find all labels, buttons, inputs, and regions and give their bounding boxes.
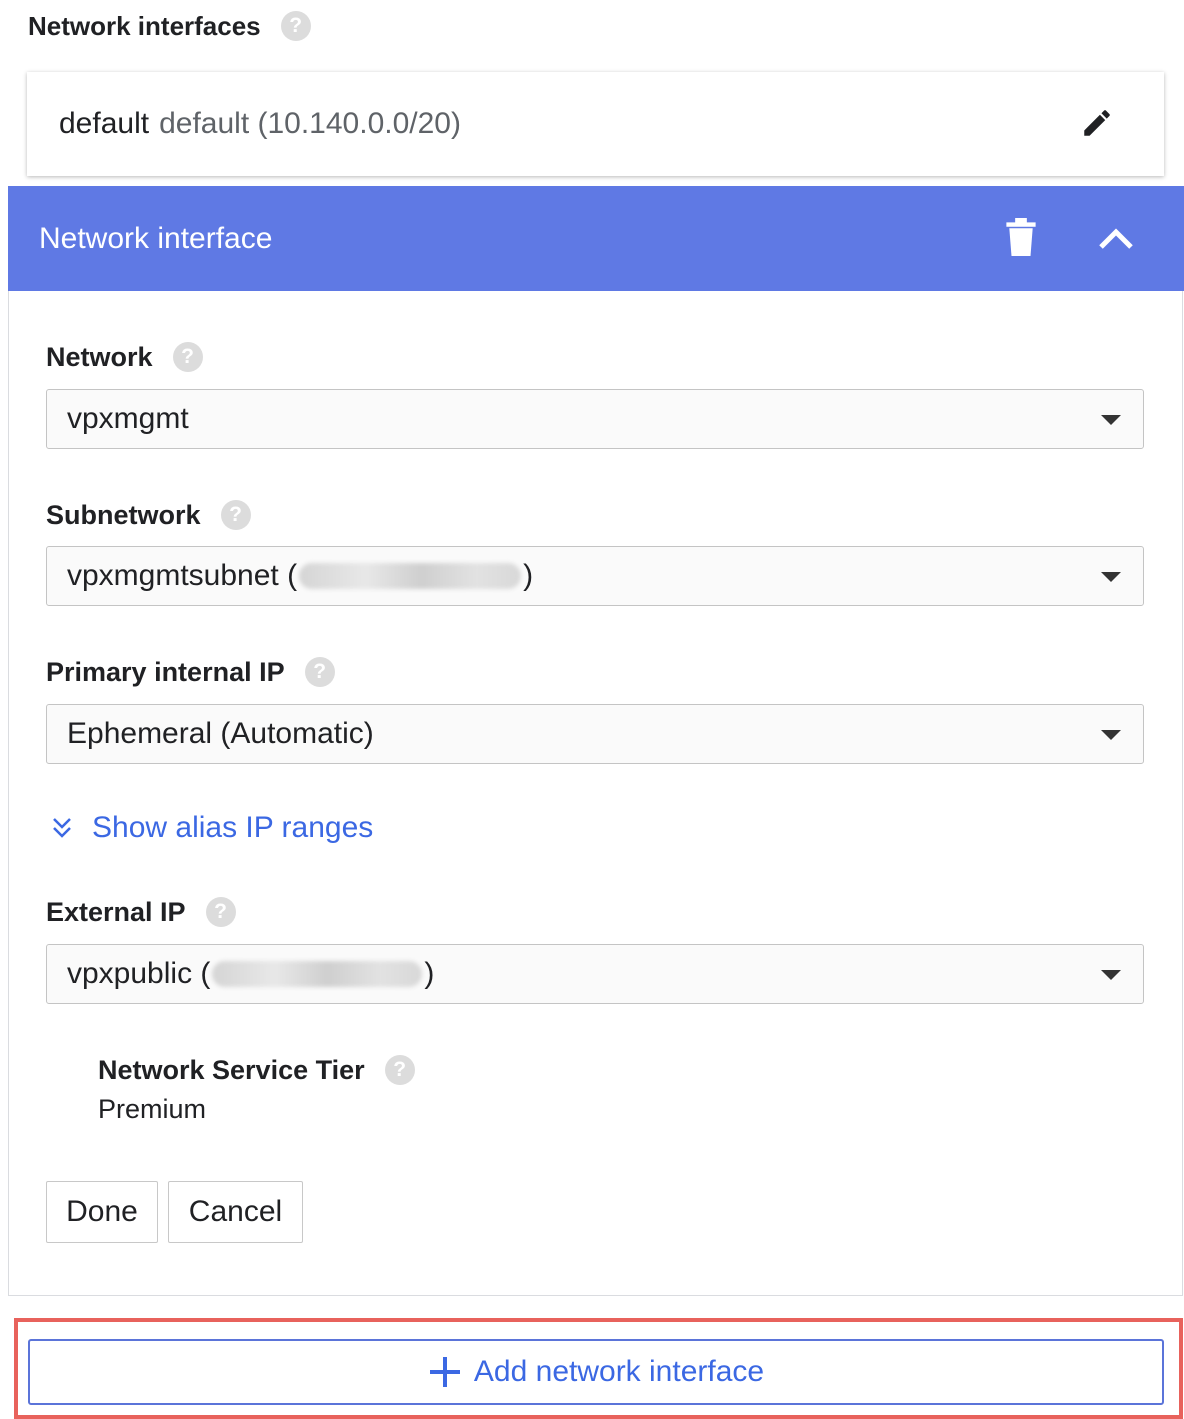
external-ip-label-text: External IP: [46, 896, 186, 927]
section-title: Network interfaces ?: [28, 6, 311, 46]
dropdown-caret-icon: [1101, 572, 1121, 582]
add-network-interface-label: Add network interface: [473, 1355, 765, 1388]
delete-icon[interactable]: [1006, 218, 1036, 256]
network-label: Network ?: [46, 337, 203, 377]
network-interface-summary-card[interactable]: default default (10.140.0.0/20): [27, 72, 1164, 176]
redacted-external-ip: [212, 961, 423, 987]
section-title-text: Network interfaces: [28, 10, 261, 41]
external-ip-select-value-prefix: vpxpublic (: [67, 957, 211, 990]
subnetwork-select-value-prefix: vpxmgmtsubnet (: [67, 559, 298, 592]
double-chevron-down-icon: [53, 818, 71, 838]
help-icon[interactable]: ?: [280, 11, 311, 41]
help-icon[interactable]: ?: [304, 657, 335, 687]
subnetwork-select-value-suffix: ): [523, 559, 534, 592]
network-label-text: Network: [46, 341, 153, 372]
dropdown-caret-icon: [1101, 730, 1121, 740]
chevron-up-icon[interactable]: [1096, 220, 1136, 256]
subnetwork-label: Subnetwork ?: [46, 495, 251, 535]
help-icon[interactable]: ?: [384, 1055, 415, 1085]
network-service-tier-label-text: Network Service Tier: [98, 1054, 365, 1085]
cancel-button[interactable]: Cancel: [168, 1181, 303, 1243]
primary-internal-ip-select[interactable]: Ephemeral (Automatic): [46, 704, 1144, 764]
primary-internal-ip-select-value: Ephemeral (Automatic): [67, 717, 374, 750]
plus-icon: [429, 1357, 460, 1387]
external-ip-select[interactable]: vpxpublic ( ): [46, 944, 1144, 1004]
summary-network-detail: default (10.140.0.0/20): [159, 107, 461, 140]
help-icon[interactable]: ?: [220, 500, 251, 530]
network-select[interactable]: vpxmgmt: [46, 389, 1144, 449]
add-network-interface-button[interactable]: Add network interface: [28, 1339, 1164, 1405]
primary-internal-ip-label-text: Primary internal IP: [46, 656, 285, 687]
primary-internal-ip-label: Primary internal IP ?: [46, 652, 335, 692]
network-service-tier-label: Network Service Tier ?: [98, 1050, 415, 1090]
dropdown-caret-icon: [1101, 415, 1121, 425]
edit-icon[interactable]: [1080, 106, 1114, 140]
help-icon[interactable]: ?: [172, 342, 203, 372]
show-alias-ip-ranges-text: Show alias IP ranges: [92, 811, 374, 844]
summary-network-name: default: [59, 107, 150, 140]
subnetwork-select[interactable]: vpxmgmtsubnet ( ): [46, 546, 1144, 606]
dropdown-caret-icon: [1101, 970, 1121, 980]
redacted-subnet-range: [299, 563, 522, 589]
external-ip-select-value-suffix: ): [424, 957, 435, 990]
help-icon[interactable]: ?: [205, 897, 236, 927]
network-select-value: vpxmgmt: [67, 402, 189, 435]
show-alias-ip-ranges-link[interactable]: Show alias IP ranges: [50, 806, 373, 850]
network-service-tier-value: Premium: [98, 1094, 207, 1124]
panel-title: Network interface: [39, 221, 273, 255]
done-button[interactable]: Done: [46, 1181, 158, 1243]
network-interface-panel-header[interactable]: Network interface: [8, 186, 1184, 291]
subnetwork-label-text: Subnetwork: [46, 499, 201, 530]
external-ip-label: External IP ?: [46, 892, 236, 932]
